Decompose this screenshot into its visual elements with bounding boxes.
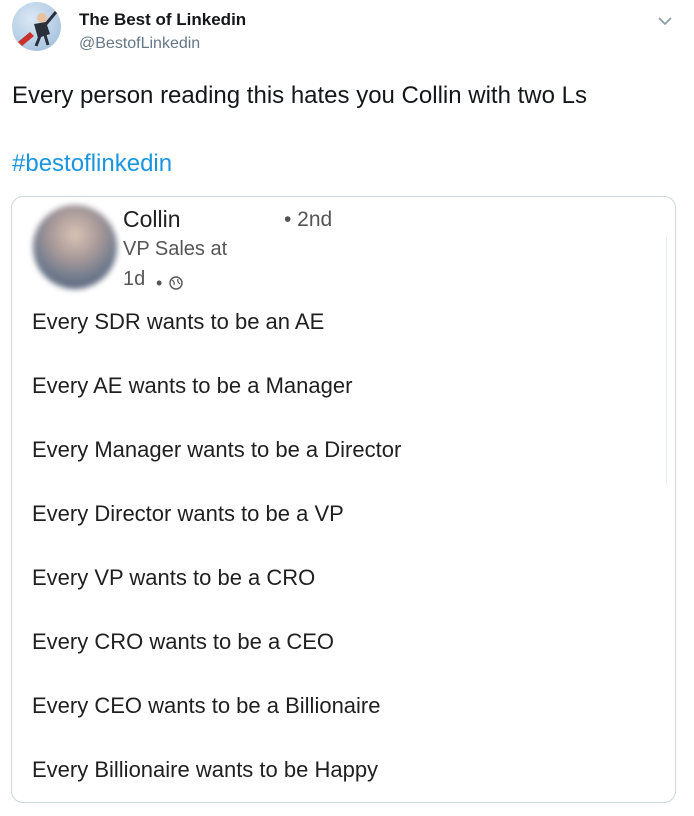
connection-degree: • 2nd	[284, 208, 333, 231]
poster-title: VP Sales at	[123, 238, 228, 260]
linkedin-post-screenshot: Collin • 2nd VP Sales at 1d • Every SDR …	[11, 196, 676, 803]
post-line: Every Director wants to be a VP	[32, 501, 344, 526]
post-line: Every Billionaire wants to be Happy	[32, 757, 379, 782]
post-line: Every VP wants to be a CRO	[32, 565, 316, 590]
post-line: Every Manager wants to be a Director	[32, 437, 402, 462]
scrollbar	[666, 235, 675, 485]
post-line: Every CEO wants to be a Billionaire	[32, 693, 381, 718]
hashtag-link[interactable]: #bestoflinkedin	[12, 150, 172, 178]
post-line: Every CRO wants to be a CEO	[32, 629, 334, 654]
author-avatar[interactable]	[12, 2, 61, 51]
tweet-text: Every person reading this hates you Coll…	[12, 82, 587, 109]
chevron-down-icon[interactable]	[654, 10, 676, 32]
globe-icon	[169, 276, 183, 290]
author-name[interactable]: The Best of Linkedin	[79, 10, 246, 30]
post-time: 1d	[123, 268, 146, 290]
time-separator: •	[156, 273, 163, 293]
author-handle[interactable]: @BestofLinkedin	[79, 35, 200, 53]
post-line: Every SDR wants to be an AE	[32, 309, 325, 334]
blurred-avatar	[33, 205, 117, 289]
post-line: Every AE wants to be a Manager	[32, 373, 353, 398]
poster-name: Collin	[123, 206, 181, 232]
